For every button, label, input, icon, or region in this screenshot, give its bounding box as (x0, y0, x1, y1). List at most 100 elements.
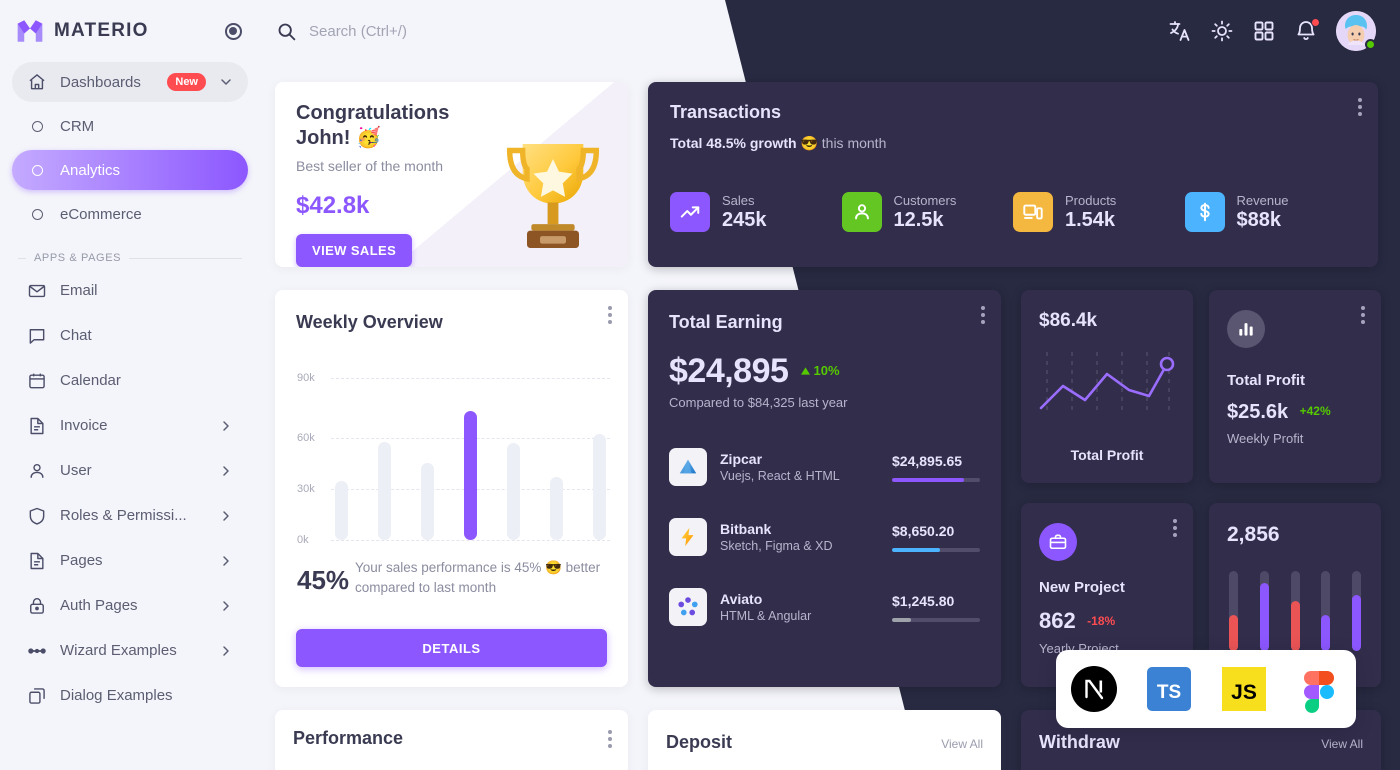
total-earning-menu-icon[interactable] (981, 306, 985, 324)
sidebar-label: Dialog Examples (60, 687, 173, 704)
weekly-details-button[interactable]: DETAILS (296, 629, 607, 667)
nextjs-logo[interactable] (1070, 665, 1118, 713)
earning-row-aviato[interactable]: Aviato HTML & Angular $1,245.80 (669, 588, 980, 626)
sidebar-item-calendar[interactable]: Calendar (12, 360, 248, 401)
performance-menu-icon[interactable] (608, 730, 612, 748)
circle-dot-icon (26, 203, 48, 225)
radio-circle-icon[interactable] (222, 20, 244, 42)
zipcar-logo (669, 448, 707, 486)
new-project-menu-icon[interactable] (1173, 519, 1177, 537)
deposit-title: Deposit (666, 732, 733, 752)
weekly-performance-percent: 45% (297, 565, 350, 595)
sidebar-item-pages[interactable]: Pages (12, 540, 248, 581)
trending-up-icon (670, 192, 710, 232)
sidebar-label: Calendar (60, 372, 121, 389)
sidebar-item-user[interactable]: User (12, 450, 248, 491)
chevron-right-icon[interactable] (218, 598, 234, 614)
sidebar-item-chat[interactable]: Chat (12, 315, 248, 356)
stat-label: Sales (722, 192, 755, 208)
theme-sun-icon[interactable] (1210, 19, 1234, 43)
circle-dot-icon (26, 115, 48, 137)
total-profit-amount: $86.4k (1039, 310, 1098, 331)
total-earning-compare: Compared to $84,325 last year (669, 395, 848, 410)
stat-value: 245k (722, 208, 767, 231)
stat-customers: Customers 12.5k (841, 192, 1014, 232)
sidebar-item-dialog-examples[interactable]: Dialog Examples (12, 675, 248, 716)
weekly-profit-delta: +42% (1299, 404, 1331, 418)
avatar[interactable] (1336, 11, 1376, 51)
home-icon (26, 71, 48, 93)
stat-revenue: Revenue $88k (1184, 192, 1357, 232)
earning-name: Aviato (720, 591, 763, 607)
total-earning-amount: $24,895 (669, 352, 789, 390)
earning-desc: HTML & Angular (720, 609, 812, 623)
earning-progress (892, 617, 912, 622)
weekly-profit-menu-icon[interactable] (1361, 306, 1365, 324)
transactions-menu-icon[interactable] (1358, 98, 1362, 116)
new-project-title: New Project (1039, 579, 1125, 596)
typescript-logo[interactable]: TS (1145, 665, 1193, 713)
sidebar-item-email[interactable]: Email (12, 270, 248, 311)
earning-name: Zipcar (720, 451, 763, 467)
chevron-down-icon[interactable] (218, 74, 234, 90)
sidebar-item-crm[interactable]: CRM (12, 106, 248, 146)
earning-row-zipcar[interactable]: Zipcar Vuejs, React & HTML $24,895.65 (669, 448, 980, 486)
search-bar[interactable] (260, 21, 629, 42)
svg-text:JS: JS (1231, 681, 1257, 704)
sidebar-section-apps-pages: APPS & PAGES (18, 252, 242, 264)
notification-badge (1311, 18, 1320, 27)
section-label: APPS & PAGES (34, 252, 122, 264)
weekly-bar (335, 481, 348, 540)
stat-label: Customers (893, 192, 957, 208)
search-icon (278, 23, 296, 40)
chevron-right-icon[interactable] (218, 508, 234, 524)
chevron-right-icon[interactable] (218, 418, 234, 434)
chevron-right-icon[interactable] (218, 643, 234, 659)
sidebar-item-dashboards[interactable]: Dashboards New (12, 62, 248, 102)
sidebar-item-auth-pages[interactable]: Auth Pages (12, 585, 248, 626)
lock-icon (26, 595, 48, 617)
sidebar-item-analytics[interactable]: Analytics (12, 150, 248, 190)
sidebar-label: Dashboards (60, 73, 141, 91)
notification-bell-icon[interactable] (1294, 18, 1320, 43)
session-bar (1229, 571, 1238, 651)
sidebar-label: eCommerce (60, 205, 142, 223)
earning-progress (892, 477, 965, 482)
navbar-actions (1168, 11, 1376, 51)
view-sales-button[interactable]: VIEW SALES (296, 234, 413, 267)
sidebar-item-roles-permissi[interactable]: Roles & Permissi... (12, 495, 248, 536)
growth-value: 10% (813, 363, 840, 378)
bitbank-logo (669, 518, 707, 556)
transactions-subtitle: Total 48.5% growth 😎 this month (670, 135, 886, 152)
withdraw-view-all-link[interactable]: View All (1321, 737, 1363, 751)
new-project-value: 862 (1039, 608, 1076, 633)
earning-name: Bitbank (720, 521, 772, 537)
sidebar: MATERIO Dashboards New CRM Analytics eCo… (0, 0, 260, 770)
sidebar-item-invoice[interactable]: Invoice (12, 405, 248, 446)
session-bar (1290, 571, 1300, 651)
deposit-view-all-link[interactable]: View All (941, 737, 983, 751)
stat-value: 1.54k (1065, 208, 1116, 231)
transactions-title: Transactions (670, 102, 782, 122)
total-earning-card: Total Earning $24,895 10% Compared to $8… (648, 290, 1001, 687)
earning-row-bitbank[interactable]: Bitbank Sketch, Figma & XD $8,650.20 (669, 518, 980, 556)
apps-grid-icon[interactable] (1252, 19, 1276, 43)
sidebar-label: Email (60, 282, 98, 299)
shield-icon (26, 505, 48, 527)
stat-label: Revenue (1236, 192, 1289, 208)
performance-title: Performance (293, 728, 404, 748)
translate-icon[interactable] (1168, 19, 1192, 43)
sidebar-item-wizard-examples[interactable]: Wizard Examples (12, 630, 248, 671)
sidebar-label: Invoice (60, 417, 108, 434)
figma-logo[interactable] (1295, 665, 1343, 713)
sidebar-item-ecommerce[interactable]: eCommerce (12, 194, 248, 234)
stat-value: $88k (1236, 208, 1282, 231)
javascript-logo[interactable]: JS (1220, 665, 1268, 713)
chevron-right-icon[interactable] (218, 553, 234, 569)
y-tick-60k: 60k (297, 432, 315, 444)
chevron-right-icon[interactable] (218, 463, 234, 479)
weekly-profit-card: Total Profit $25.6k +42% Weekly Profit (1209, 290, 1381, 483)
search-input[interactable] (309, 22, 629, 40)
congratulations-card: Congratulations John! 🥳 Best seller of t… (275, 82, 628, 267)
weekly-overview-menu-icon[interactable] (608, 306, 612, 324)
